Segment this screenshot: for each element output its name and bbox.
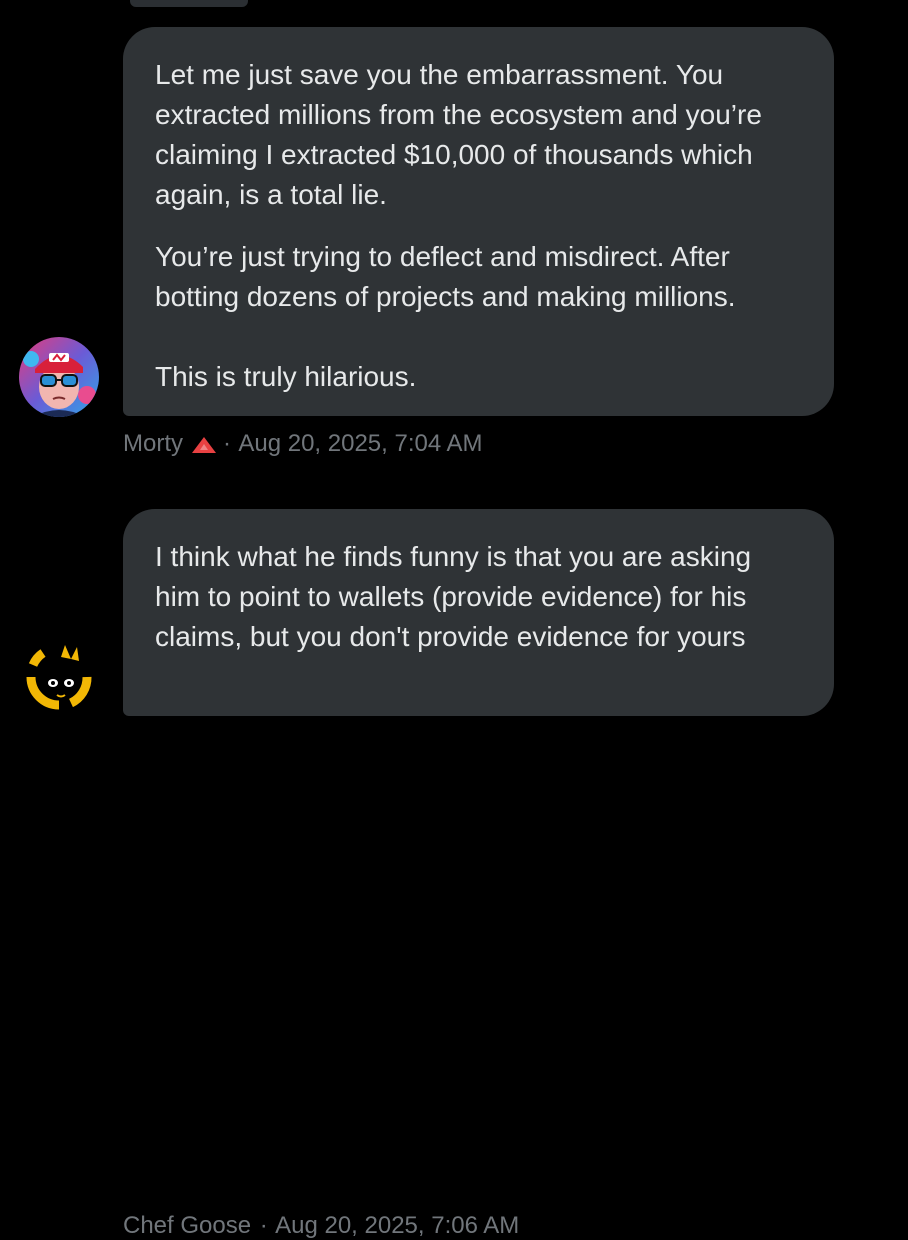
avatar[interactable]: [19, 637, 99, 717]
red-triangle-icon: [191, 433, 217, 453]
avatar[interactable]: [19, 337, 99, 417]
meta-separator: ·: [223, 430, 231, 457]
meta-separator: ·: [259, 1212, 268, 1239]
timestamp: Aug 20, 2025, 7:04 AM: [238, 430, 483, 457]
message-paragraph: I think what he finds funny is that you …: [155, 541, 759, 652]
message-paragraph: You’re just trying to deflect and misdir…: [155, 241, 736, 392]
message-paragraph: Let me just save you the embarrassment. …: [155, 59, 770, 210]
goose-avatar-icon: [19, 637, 99, 717]
message-bubble[interactable]: I think what he finds funny is that you …: [123, 509, 834, 716]
timestamp: Aug 20, 2025, 7:06 AM: [275, 1212, 520, 1239]
message-bubble[interactable]: Let me just save you the embarrassment. …: [123, 27, 834, 416]
message-meta: Chef Goose · Aug 20, 2025, 7:06 AM: [123, 1212, 519, 1240]
author-name[interactable]: Chef Goose: [123, 1212, 251, 1239]
morty-avatar-icon: [19, 337, 99, 417]
previous-message-remnant: [130, 0, 248, 7]
author-name[interactable]: Morty: [123, 430, 183, 457]
message-meta: Morty · Aug 20, 2025, 7:04 AM: [123, 430, 483, 458]
